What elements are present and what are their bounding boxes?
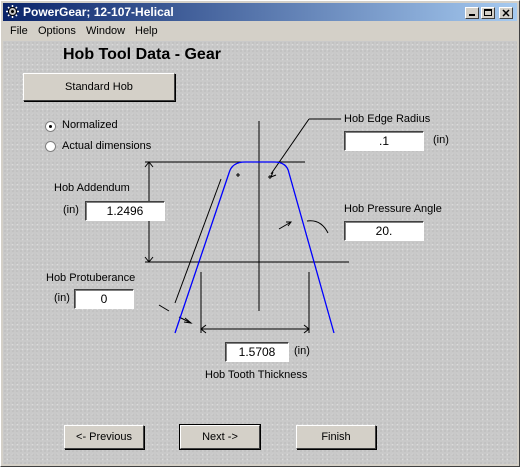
protuberance-label: Hob Protuberance: [46, 272, 136, 284]
edge-radius-centers: [236, 173, 272, 179]
pressure-angle-input[interactable]: 20.: [344, 221, 424, 241]
page-title: Hob Tool Data - Gear: [63, 46, 221, 63]
maximize-button[interactable]: [481, 7, 495, 19]
minimize-button[interactable]: [465, 7, 479, 19]
menu-options[interactable]: Options: [38, 25, 76, 37]
tooth-thickness-unit: (in): [294, 345, 310, 357]
edge-radius-input[interactable]: .1: [344, 131, 424, 151]
hob-tool-panel: Hob Tool Data - Gear Standard Hob Normal…: [3, 41, 517, 464]
hob-tooth-diagram: [144, 118, 349, 334]
protuberance-unit: (in): [54, 292, 70, 304]
menu-window[interactable]: Window: [86, 25, 125, 37]
normalized-radio[interactable]: [45, 121, 56, 132]
previous-button[interactable]: <- Previous: [64, 425, 144, 449]
next-button[interactable]: Next ->: [179, 424, 261, 450]
close-icon: [502, 9, 510, 17]
protuberance-extension: [174, 178, 222, 304]
protuberance-input[interactable]: 0: [74, 289, 134, 309]
tooth-thickness-label: Hob Tooth Thickness: [205, 369, 308, 381]
edge-radius-unit: (in): [433, 134, 449, 146]
addendum-label: Hob Addendum: [54, 182, 130, 194]
protuberance-leader: [158, 304, 170, 312]
pressure-angle-arc: [306, 220, 329, 234]
normalized-label[interactable]: Normalized: [62, 119, 118, 131]
menu-file[interactable]: File: [10, 25, 28, 37]
addendum-unit: (in): [63, 204, 79, 216]
window-title: PowerGear; 12-107-Helical: [23, 5, 174, 19]
radio-selected-dot: [49, 125, 52, 128]
pressure-angle-label: Hob Pressure Angle: [344, 203, 442, 215]
edge-radius-label: Hob Edge Radius: [344, 113, 431, 125]
actual-dimensions-label[interactable]: Actual dimensions: [62, 140, 151, 152]
minimize-icon: [469, 14, 475, 16]
pressure-angle-leader: [278, 221, 292, 230]
edge-radius-leader: [270, 118, 310, 175]
addendum-input[interactable]: 1.2496: [85, 201, 165, 221]
standard-hob-label: Standard Hob: [65, 81, 133, 93]
finish-label: Finish: [321, 431, 351, 443]
dimension-lines: [144, 118, 349, 334]
menu-bar: File Options Window Help: [3, 22, 517, 41]
hob-tooth-profile: [174, 161, 335, 334]
previous-label: <- Previous: [76, 431, 132, 443]
next-label: Next ->: [202, 431, 238, 443]
close-button[interactable]: [499, 7, 513, 19]
app-gear-icon: [6, 5, 19, 18]
title-bar[interactable]: PowerGear; 12-107-Helical: [3, 3, 517, 21]
menu-help[interactable]: Help: [135, 25, 158, 37]
standard-hob-button[interactable]: Standard Hob: [23, 73, 175, 101]
app-window: PowerGear; 12-107-Helical File Options W…: [0, 0, 520, 467]
actual-dimensions-radio[interactable]: [45, 141, 56, 152]
tooth-thickness-input[interactable]: 1.5708: [225, 342, 289, 362]
maximize-icon: [484, 9, 492, 16]
finish-button[interactable]: Finish: [296, 425, 376, 449]
